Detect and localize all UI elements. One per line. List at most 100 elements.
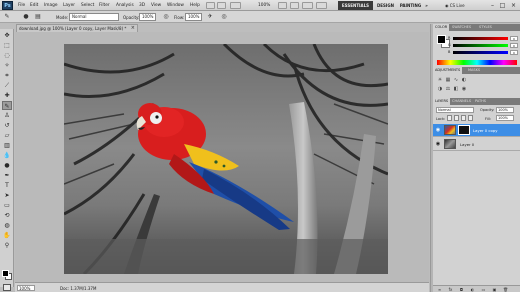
foreground-color-swatch[interactable] — [2, 270, 9, 277]
black-white-icon[interactable]: ◧ — [453, 86, 459, 92]
zoom-level[interactable]: 100% — [258, 3, 270, 8]
slider-value-r[interactable]: 0 — [510, 36, 518, 41]
brush-size-icon[interactable]: ● — [22, 13, 30, 21]
quick-select-tool-icon[interactable]: ✧ — [2, 61, 12, 70]
visibility-eye-icon[interactable]: ◉ — [435, 127, 441, 133]
lock-position-icon[interactable] — [461, 115, 466, 121]
document-canvas-image[interactable] — [64, 44, 388, 274]
quick-mask-icon[interactable] — [3, 284, 11, 291]
workspace-essentials[interactable]: ESSENTIALS — [338, 1, 373, 10]
new-layer-icon[interactable]: ▣ — [492, 287, 497, 292]
tab-styles[interactable]: STYLES — [477, 24, 494, 31]
pressure-size-icon[interactable]: ◎ — [220, 13, 228, 21]
pressure-opacity-icon[interactable]: ◎ — [162, 13, 170, 21]
visibility-eye-icon[interactable]: ◉ — [435, 141, 441, 147]
menu-layer[interactable]: Layer — [63, 3, 75, 8]
menu-help[interactable]: Help — [190, 3, 200, 8]
move-tool-icon[interactable]: ✥ — [2, 31, 12, 40]
workspace-design[interactable]: DESIGN — [375, 1, 396, 10]
curves-icon[interactable]: ∿ — [453, 77, 459, 83]
slider-value-b[interactable]: 0 — [510, 50, 518, 55]
bridge-button[interactable] — [206, 2, 215, 9]
menu-select[interactable]: Select — [81, 3, 94, 8]
hand-tool-icon[interactable]: ✋ — [2, 231, 12, 240]
screen-mode-button[interactable] — [316, 2, 327, 9]
marquee-tool-icon[interactable]: ⬚ — [2, 41, 12, 50]
healing-brush-tool-icon[interactable]: ✚ — [2, 91, 12, 100]
status-zoom-field[interactable]: 100% — [17, 285, 35, 291]
layer-style-icon[interactable]: fx — [448, 287, 453, 292]
document-info[interactable]: Doc: 1.37M/1.37M — [60, 286, 96, 291]
menu-filter[interactable]: Filter — [99, 3, 110, 8]
exposure-icon[interactable]: ◐ — [461, 77, 467, 83]
tab-swatches[interactable]: SWATCHES — [450, 24, 473, 31]
tab-masks[interactable]: MASKS — [466, 67, 482, 74]
menu-file[interactable]: File — [18, 3, 25, 8]
document-tab[interactable]: download.jpg @ 100% (Layer 0 copy, Layer… — [16, 24, 138, 32]
brush-tool-icon[interactable]: ✎ — [2, 101, 12, 110]
tab-color[interactable]: COLOR — [433, 24, 450, 31]
dodge-tool-icon[interactable]: ● — [2, 161, 12, 170]
levels-icon[interactable]: ▦ — [445, 77, 451, 83]
fill-field[interactable]: 100% — [496, 115, 514, 121]
blend-mode-select[interactable]: Normal — [436, 107, 474, 113]
menu-edit[interactable]: Edit — [30, 3, 38, 8]
airbrush-icon[interactable]: ✈ — [206, 13, 214, 21]
gradient-tool-icon[interactable]: ▥ — [2, 141, 12, 150]
maximize-icon[interactable]: □ — [498, 1, 507, 10]
minimize-icon[interactable]: – — [488, 1, 497, 10]
lock-all-icon[interactable] — [468, 115, 473, 121]
3d-rotate-tool-icon[interactable]: ⟲ — [2, 211, 12, 220]
workspace-painting[interactable]: PAINTING — [398, 1, 423, 10]
hue-saturation-icon[interactable]: ◑ — [437, 86, 443, 92]
workspace-more[interactable]: » — [424, 1, 429, 10]
close-icon[interactable]: × — [509, 1, 518, 10]
clone-stamp-tool-icon[interactable]: ♙ — [2, 111, 12, 120]
mini-bridge-button[interactable] — [217, 2, 226, 9]
brightness-contrast-icon[interactable]: ☀ — [437, 77, 443, 83]
slider-g[interactable] — [453, 44, 508, 47]
brush-panel-icon[interactable]: ▤ — [34, 13, 42, 21]
slider-b[interactable] — [453, 51, 508, 54]
slider-value-g[interactable]: 0 — [510, 43, 518, 48]
rotate-view-button[interactable] — [290, 2, 299, 9]
slider-r[interactable] — [453, 37, 508, 40]
lock-pixels-icon[interactable] — [454, 115, 459, 121]
photo-filter-icon[interactable]: ◉ — [461, 86, 467, 92]
eyedropper-tool-icon[interactable]: ⟋ — [2, 81, 12, 90]
shape-tool-icon[interactable]: ▭ — [2, 201, 12, 210]
pen-tool-icon[interactable]: ✒ — [2, 171, 12, 180]
flow-field[interactable]: 100% — [185, 13, 202, 21]
menu-view[interactable]: View — [151, 3, 161, 8]
layer-opacity-field[interactable]: 100% — [496, 107, 514, 113]
color-panel-foreground-swatch[interactable] — [437, 35, 446, 44]
layer-mask-thumbnail[interactable] — [458, 125, 470, 135]
extras-button[interactable] — [230, 2, 241, 9]
lasso-tool-icon[interactable]: ◌ — [2, 51, 12, 60]
layer-name[interactable]: Layer 0 — [460, 142, 474, 147]
document-close-icon[interactable]: × — [131, 25, 135, 31]
opacity-field[interactable]: 100% — [139, 13, 156, 21]
tab-paths[interactable]: PATHS — [473, 98, 488, 105]
link-layers-icon[interactable]: ∞ — [437, 287, 442, 292]
crop-tool-icon[interactable]: ⌗ — [2, 71, 12, 80]
menu-window[interactable]: Window — [167, 3, 184, 8]
menu-image[interactable]: Image — [44, 3, 57, 8]
color-balance-icon[interactable]: ⚖ — [445, 86, 451, 92]
menu-analysis[interactable]: Analysis — [116, 3, 134, 8]
brush-preset-icon[interactable]: ✎ — [3, 13, 11, 21]
blur-tool-icon[interactable]: 💧 — [2, 151, 12, 160]
path-select-tool-icon[interactable]: ➤ — [2, 191, 12, 200]
color-spectrum-ramp[interactable] — [437, 60, 517, 65]
eraser-tool-icon[interactable]: ▱ — [2, 131, 12, 140]
layer-name[interactable]: Layer 0 copy — [473, 128, 497, 133]
mode-select[interactable]: Normal — [69, 13, 119, 21]
layer-row-layer-0-copy[interactable]: ◉ Layer 0 copy — [433, 124, 520, 137]
new-group-icon[interactable]: ▭ — [481, 287, 486, 292]
tab-layers[interactable]: LAYERS — [433, 98, 451, 105]
zoom-tool-icon[interactable]: ⚲ — [2, 241, 12, 250]
tab-adjustments[interactable]: ADJUSTMENTS — [433, 67, 463, 74]
layer-row-layer-0[interactable]: ◉ Layer 0 — [433, 138, 520, 151]
arrange-documents-button[interactable] — [302, 2, 313, 9]
trash-icon[interactable]: 🗑 — [503, 287, 508, 292]
